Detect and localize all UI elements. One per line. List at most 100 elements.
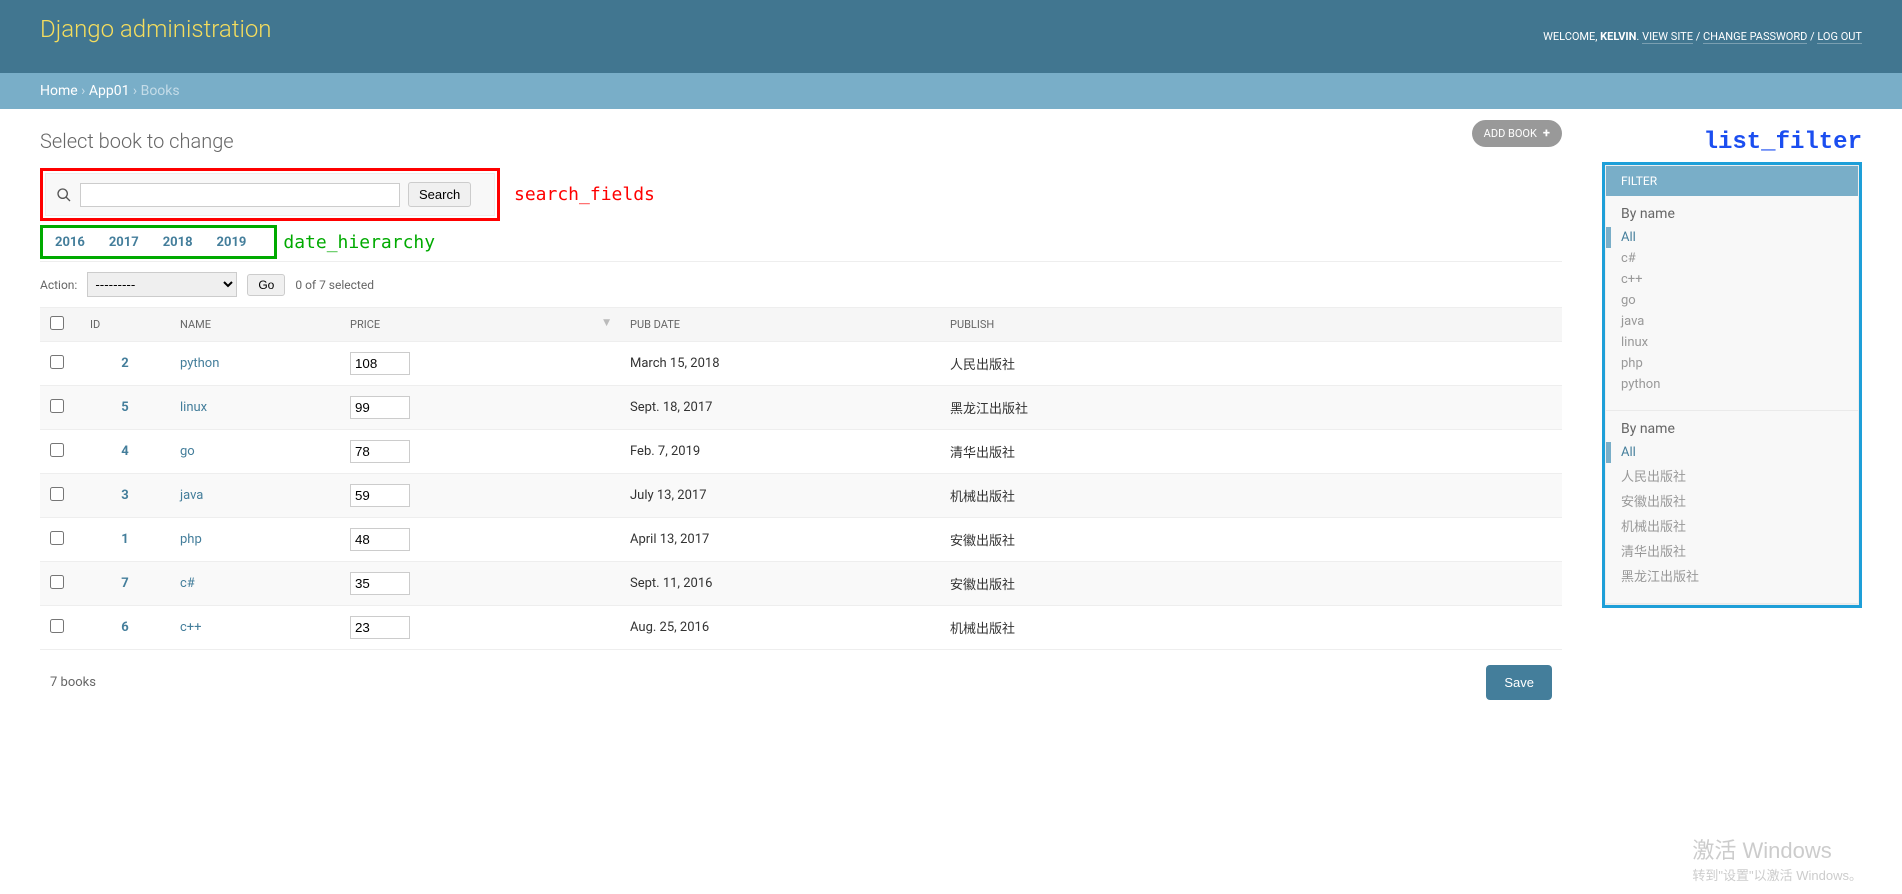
- filter-item[interactable]: 机械出版社: [1621, 513, 1843, 538]
- col-id[interactable]: ID: [80, 308, 170, 342]
- col-publish[interactable]: PUBLISH: [940, 308, 1562, 342]
- result-count: 7 books: [50, 675, 96, 690]
- col-name[interactable]: NAME: [170, 308, 340, 342]
- price-input[interactable]: [350, 440, 410, 463]
- row-id-link[interactable]: 2: [121, 356, 128, 371]
- filter-item[interactable]: 清华出版社: [1621, 538, 1843, 563]
- breadcrumb-current: Books: [141, 83, 180, 99]
- plus-icon: +: [1543, 126, 1550, 141]
- add-book-button[interactable]: ADD BOOK+: [1472, 120, 1562, 147]
- price-input[interactable]: [350, 572, 410, 595]
- go-button[interactable]: Go: [247, 274, 285, 296]
- row-pubdate: April 13, 2017: [620, 518, 940, 562]
- view-site-link[interactable]: VIEW SITE: [1642, 30, 1693, 44]
- page-title: Select book to change: [40, 129, 1562, 153]
- filter-item[interactable]: java: [1621, 311, 1843, 332]
- table-row: 3 java July 13, 2017 机械出版社: [40, 474, 1562, 518]
- filter-item[interactable]: 人民出版社: [1621, 463, 1843, 488]
- site-title[interactable]: Django administration: [40, 15, 272, 43]
- price-input[interactable]: [350, 616, 410, 639]
- filter-item[interactable]: python: [1621, 374, 1843, 395]
- search-button[interactable]: [408, 182, 471, 207]
- filter-group-heading: By name: [1606, 196, 1858, 227]
- price-input[interactable]: [350, 484, 410, 507]
- windows-watermark: 激活 Windows 转到"设置"以激活 Windows。: [1692, 833, 1862, 884]
- filter-item[interactable]: All: [1606, 442, 1843, 463]
- filter-item[interactable]: go: [1621, 290, 1843, 311]
- row-publish: 清华出版社: [940, 430, 1562, 474]
- sort-desc-icon: ▼: [603, 318, 610, 328]
- table-row: 2 python March 15, 2018 人民出版社: [40, 342, 1562, 386]
- price-input[interactable]: [350, 528, 410, 551]
- breadcrumb-home[interactable]: Home: [40, 83, 78, 99]
- row-pubdate: Sept. 18, 2017: [620, 386, 940, 430]
- price-input[interactable]: [350, 396, 410, 419]
- row-checkbox[interactable]: [50, 531, 64, 545]
- row-name-link[interactable]: c++: [180, 620, 202, 635]
- date-year-2019[interactable]: 2019: [213, 233, 251, 252]
- row-id-link[interactable]: 4: [121, 444, 128, 459]
- table-row: 5 linux Sept. 18, 2017 黑龙江出版社: [40, 386, 1562, 430]
- selection-counter: 0 of 7 selected: [295, 278, 374, 292]
- date-hierarchy: 2016 2017 2018 2019: [43, 228, 274, 256]
- object-tools: ADD BOOK+: [1472, 120, 1562, 147]
- col-price[interactable]: PRICE▼: [340, 308, 620, 342]
- annotation-search-fields: search_fields: [514, 184, 655, 205]
- welcome-text: WELCOME,: [1543, 30, 1600, 43]
- annotation-list-filter: list_filter: [1602, 129, 1862, 156]
- date-year-2017[interactable]: 2017: [105, 233, 143, 252]
- row-id-link[interactable]: 5: [121, 400, 128, 415]
- row-id-link[interactable]: 7: [121, 576, 128, 591]
- row-pubdate: Aug. 25, 2016: [620, 606, 940, 650]
- row-pubdate: Feb. 7, 2019: [620, 430, 940, 474]
- date-year-2016[interactable]: 2016: [51, 233, 89, 252]
- search-toolbar: [45, 173, 495, 216]
- filter-item[interactable]: php: [1621, 353, 1843, 374]
- row-id-link[interactable]: 6: [121, 620, 128, 635]
- branding: Django administration: [40, 15, 272, 58]
- row-name-link[interactable]: java: [180, 488, 203, 503]
- row-checkbox[interactable]: [50, 487, 64, 501]
- row-checkbox[interactable]: [50, 575, 64, 589]
- row-name-link[interactable]: php: [180, 532, 202, 547]
- action-label: Action:: [40, 278, 77, 292]
- filter-heading: FILTER: [1606, 166, 1858, 196]
- select-all-checkbox[interactable]: [50, 316, 64, 330]
- date-year-2018[interactable]: 2018: [159, 233, 197, 252]
- annotation-date-hierarchy: date_hierarchy: [283, 232, 435, 253]
- paginator: 7 books Save: [40, 650, 1562, 700]
- row-checkbox[interactable]: [50, 619, 64, 633]
- filter-item[interactable]: linux: [1621, 332, 1843, 353]
- filter-item[interactable]: All: [1606, 227, 1843, 248]
- row-checkbox[interactable]: [50, 443, 64, 457]
- col-pubdate[interactable]: PUB DATE: [620, 308, 940, 342]
- username: KELVIN: [1600, 30, 1636, 43]
- table-row: 7 c# Sept. 11, 2016 安徽出版社: [40, 562, 1562, 606]
- row-name-link[interactable]: go: [180, 444, 195, 459]
- filter-panel: FILTER By nameAllc#c++gojavalinuxphppyth…: [1605, 165, 1859, 605]
- header: Django administration WELCOME, KELVIN. V…: [0, 0, 1902, 73]
- row-name-link[interactable]: python: [180, 356, 219, 371]
- actions-bar: Action: --------- Go 0 of 7 selected: [40, 262, 1562, 308]
- breadcrumb-app[interactable]: App01: [89, 83, 130, 99]
- row-checkbox[interactable]: [50, 399, 64, 413]
- save-button[interactable]: Save: [1486, 665, 1552, 700]
- filter-item[interactable]: c++: [1621, 269, 1843, 290]
- price-input[interactable]: [350, 352, 410, 375]
- row-publish: 黑龙江出版社: [940, 386, 1562, 430]
- search-input[interactable]: [80, 183, 400, 207]
- filter-item[interactable]: 黑龙江出版社: [1621, 563, 1843, 588]
- filter-item[interactable]: c#: [1621, 248, 1843, 269]
- row-publish: 机械出版社: [940, 474, 1562, 518]
- row-name-link[interactable]: c#: [180, 576, 195, 591]
- row-name-link[interactable]: linux: [180, 400, 207, 415]
- change-password-link[interactable]: CHANGE PASSWORD: [1703, 30, 1807, 44]
- filter-group-heading: By name: [1606, 411, 1858, 442]
- row-pubdate: March 15, 2018: [620, 342, 940, 386]
- row-id-link[interactable]: 1: [121, 532, 128, 547]
- logout-link[interactable]: LOG OUT: [1817, 30, 1862, 44]
- row-id-link[interactable]: 3: [121, 488, 128, 503]
- action-select[interactable]: ---------: [87, 272, 237, 297]
- row-checkbox[interactable]: [50, 355, 64, 369]
- filter-item[interactable]: 安徽出版社: [1621, 488, 1843, 513]
